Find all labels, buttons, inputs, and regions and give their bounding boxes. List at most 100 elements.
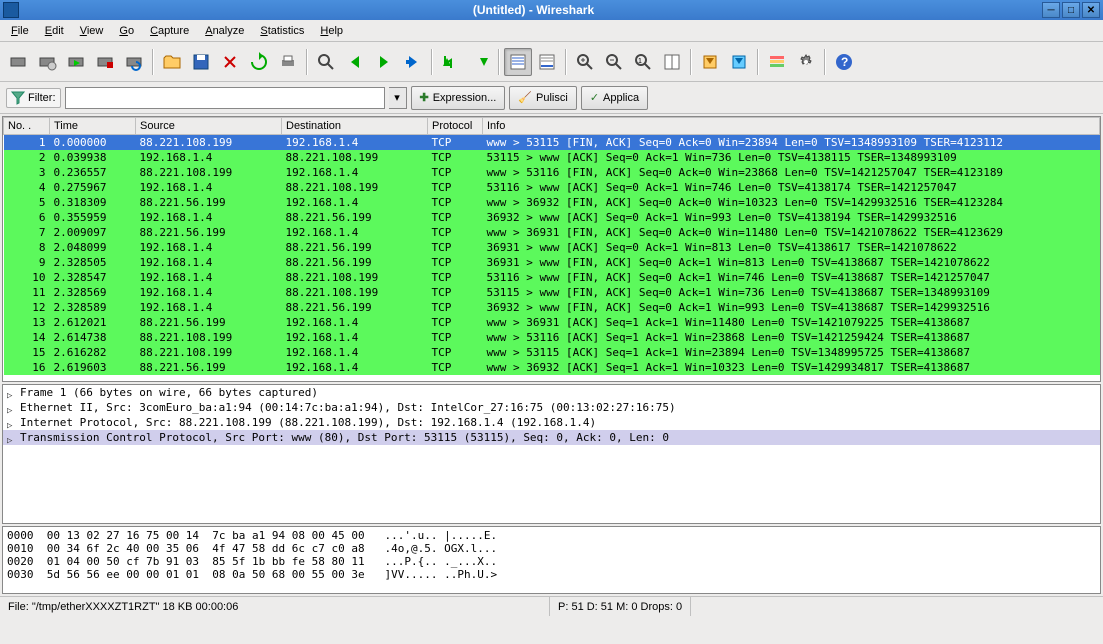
- coloring-rules-button[interactable]: [763, 48, 791, 76]
- menu-view[interactable]: View: [73, 22, 111, 40]
- cell-src: 88.221.108.199: [136, 165, 282, 180]
- cell-proto: TCP: [428, 285, 483, 300]
- open-file-button[interactable]: [158, 48, 186, 76]
- detail-text: Frame 1 (66 bytes on wire, 66 bytes capt…: [20, 386, 318, 399]
- menu-edit[interactable]: Edit: [38, 22, 71, 40]
- capture-stop-icon: [95, 52, 115, 72]
- clear-button[interactable]: 🧹 Pulisci: [509, 86, 577, 110]
- filter-bar: Filter: ▾ ✚ Expression... 🧹 Pulisci ✓ Ap…: [0, 82, 1103, 114]
- capture-options-icon: [37, 52, 57, 72]
- go-last-button[interactable]: [466, 48, 494, 76]
- filter-dropdown-button[interactable]: ▾: [389, 87, 407, 109]
- packet-row[interactable]: 72.00909788.221.56.199192.168.1.4TCPwww …: [4, 225, 1100, 240]
- expand-icon[interactable]: [7, 433, 16, 442]
- packet-row[interactable]: 122.328589192.168.1.488.221.56.199TCP369…: [4, 300, 1100, 315]
- maximize-button[interactable]: □: [1062, 2, 1080, 18]
- cell-src: 192.168.1.4: [136, 255, 282, 270]
- cell-dst: 192.168.1.4: [282, 345, 428, 360]
- packet-row[interactable]: 20.039938192.168.1.488.221.108.199TCP531…: [4, 150, 1100, 165]
- packet-row[interactable]: 162.61960388.221.56.199192.168.1.4TCPwww…: [4, 360, 1100, 375]
- packet-row[interactable]: 60.355959192.168.1.488.221.56.199TCP3693…: [4, 210, 1100, 225]
- capture-start-button[interactable]: [62, 48, 90, 76]
- cell-time: 0.275967: [50, 180, 136, 195]
- column-header[interactable]: Time: [50, 118, 136, 135]
- packet-row[interactable]: 40.275967192.168.1.488.221.108.199TCP531…: [4, 180, 1100, 195]
- expand-icon[interactable]: [7, 388, 16, 397]
- expand-icon[interactable]: [7, 418, 16, 427]
- packet-row[interactable]: 92.328505192.168.1.488.221.56.199TCP3693…: [4, 255, 1100, 270]
- filter-label-text: Filter:: [28, 92, 56, 104]
- packet-row[interactable]: 152.61628288.221.108.199192.168.1.4TCPww…: [4, 345, 1100, 360]
- interfaces-icon: [8, 52, 28, 72]
- close-button[interactable]: ✕: [1082, 2, 1100, 18]
- minimize-button[interactable]: ─: [1042, 2, 1060, 18]
- menu-statistics[interactable]: Statistics: [253, 22, 311, 40]
- go-first-button[interactable]: [437, 48, 465, 76]
- cell-dst: 192.168.1.4: [282, 225, 428, 240]
- status-bar: File: "/tmp/etherXXXXZT1RZT" 18 KB 00:00…: [0, 596, 1103, 616]
- go-back-button[interactable]: [341, 48, 369, 76]
- packet-row[interactable]: 102.328547192.168.1.488.221.108.199TCP53…: [4, 270, 1100, 285]
- menu-analyze[interactable]: Analyze: [198, 22, 251, 40]
- packet-bytes-pane[interactable]: 0000 00 13 02 27 16 75 00 14 7c ba a1 94…: [2, 526, 1101, 594]
- preferences-button[interactable]: [792, 48, 820, 76]
- cell-no: 16: [4, 360, 50, 375]
- capture-stop-button[interactable]: [91, 48, 119, 76]
- cell-no: 1: [4, 135, 50, 151]
- interfaces-button[interactable]: [4, 48, 32, 76]
- detail-row[interactable]: Frame 1 (66 bytes on wire, 66 bytes capt…: [3, 385, 1100, 400]
- cell-src: 88.221.108.199: [136, 135, 282, 151]
- menu-go[interactable]: Go: [112, 22, 141, 40]
- packet-row[interactable]: 50.31830988.221.56.199192.168.1.4TCPwww …: [4, 195, 1100, 210]
- packet-row[interactable]: 30.23655788.221.108.199192.168.1.4TCPwww…: [4, 165, 1100, 180]
- menu-capture[interactable]: Capture: [143, 22, 196, 40]
- capture-restart-button[interactable]: [120, 48, 148, 76]
- print-button[interactable]: [274, 48, 302, 76]
- detail-row[interactable]: Ethernet II, Src: 3comEuro_ba:a1:94 (00:…: [3, 400, 1100, 415]
- auto-scroll-icon: [537, 52, 557, 72]
- cell-dst: 192.168.1.4: [282, 360, 428, 375]
- cell-info: www > 53116 [FIN, ACK] Seq=0 Ack=0 Win=2…: [483, 165, 1100, 180]
- cell-info: www > 53115 [FIN, ACK] Seq=0 Ack=0 Win=2…: [483, 135, 1100, 151]
- find-button[interactable]: [312, 48, 340, 76]
- reload-button[interactable]: [245, 48, 273, 76]
- help-button[interactable]: ?: [830, 48, 858, 76]
- packet-row[interactable]: 82.048099192.168.1.488.221.56.199TCP3693…: [4, 240, 1100, 255]
- cell-no: 4: [4, 180, 50, 195]
- zoom-reset-button[interactable]: 1: [629, 48, 657, 76]
- filter-input[interactable]: [65, 87, 385, 109]
- column-header[interactable]: No. .: [4, 118, 50, 135]
- packet-row[interactable]: 132.61202188.221.56.199192.168.1.4TCPwww…: [4, 315, 1100, 330]
- close-button[interactable]: [216, 48, 244, 76]
- menubar: FileEditViewGoCaptureAnalyzeStatisticsHe…: [0, 20, 1103, 42]
- packet-row[interactable]: 142.61473888.221.108.199192.168.1.4TCPww…: [4, 330, 1100, 345]
- apply-button[interactable]: ✓ Applica: [581, 86, 648, 110]
- menu-help[interactable]: Help: [313, 22, 350, 40]
- go-to-button[interactable]: [399, 48, 427, 76]
- capture-filters-button[interactable]: [696, 48, 724, 76]
- packet-list-pane[interactable]: No. .TimeSourceDestinationProtocolInfo 1…: [2, 116, 1101, 382]
- packet-row[interactable]: 10.00000088.221.108.199192.168.1.4TCPwww…: [4, 135, 1100, 151]
- menu-file[interactable]: File: [4, 22, 36, 40]
- column-header[interactable]: Destination: [282, 118, 428, 135]
- expression-button[interactable]: ✚ Expression...: [411, 86, 506, 110]
- column-header[interactable]: Protocol: [428, 118, 483, 135]
- zoom-in-button[interactable]: [571, 48, 599, 76]
- toolbar: 1?: [0, 42, 1103, 82]
- detail-row[interactable]: Internet Protocol, Src: 88.221.108.199 (…: [3, 415, 1100, 430]
- column-header[interactable]: Info: [483, 118, 1100, 135]
- colorize-button[interactable]: [504, 48, 532, 76]
- resize-columns-button[interactable]: [658, 48, 686, 76]
- detail-row[interactable]: Transmission Control Protocol, Src Port:…: [3, 430, 1100, 445]
- save-button[interactable]: [187, 48, 215, 76]
- expand-icon[interactable]: [7, 403, 16, 412]
- packet-row[interactable]: 112.328569192.168.1.488.221.108.199TCP53…: [4, 285, 1100, 300]
- capture-options-button[interactable]: [33, 48, 61, 76]
- go-forward-button[interactable]: [370, 48, 398, 76]
- zoom-out-button[interactable]: [600, 48, 628, 76]
- toolbar-separator: [757, 49, 759, 75]
- column-header[interactable]: Source: [136, 118, 282, 135]
- display-filters-button[interactable]: [725, 48, 753, 76]
- auto-scroll-button[interactable]: [533, 48, 561, 76]
- packet-details-pane[interactable]: Frame 1 (66 bytes on wire, 66 bytes capt…: [2, 384, 1101, 524]
